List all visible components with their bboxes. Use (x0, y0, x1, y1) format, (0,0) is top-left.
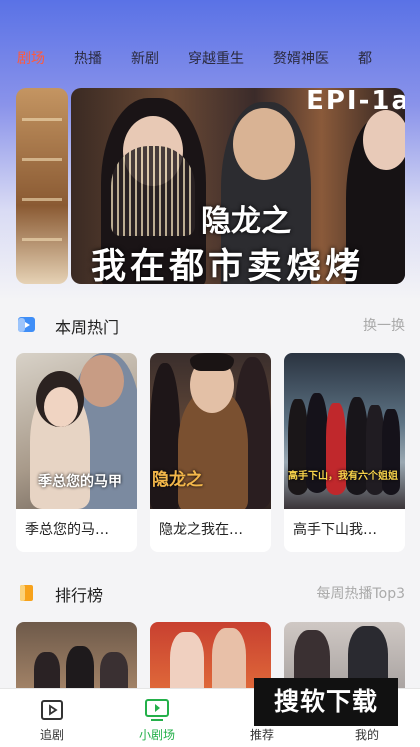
weekly-hot-header: 本周热门 换一换 (0, 312, 420, 337)
tab-hot[interactable]: 热播 (74, 48, 102, 68)
weekly-top3-link[interactable]: 每周热播Top3 (316, 583, 405, 603)
poster-stamp: 隐龙之 (152, 470, 203, 490)
tab-new[interactable]: 新剧 (131, 48, 159, 68)
ranking-card[interactable] (16, 622, 137, 692)
ranking-header: 排行榜 每周热播Top3 (0, 580, 420, 605)
tab-theater[interactable]: 剧场 (17, 48, 45, 68)
watermark-logo: 搜软下载 (254, 678, 398, 726)
banner-corner-text: EPI-1a (306, 88, 405, 116)
drama-title: 高手下山我… (293, 522, 377, 538)
tab-son-in-law[interactable]: 赘婿神医 (273, 48, 329, 68)
ranking-card[interactable] (150, 622, 271, 692)
tab-time-travel[interactable]: 穿越重生 (188, 48, 244, 68)
banner-main-slide[interactable]: EPI-1a 隐龙之 我在都市卖烧烤 (71, 88, 405, 284)
nav-tab-theater[interactable]: 小剧场 (117, 689, 197, 747)
drama-title: 季总您的马… (25, 522, 109, 538)
nav-label: 我的 (354, 728, 379, 742)
refresh-button[interactable]: 换一换 (363, 315, 405, 335)
tab-urban[interactable]: 都 (358, 48, 372, 68)
play-box-icon (41, 700, 63, 720)
drama-card[interactable]: 高手下山，我有六个姐姐 高手下山我… (284, 353, 405, 552)
drama-title: 隐龙之我在… (159, 522, 243, 538)
drama-card[interactable]: 隐龙之 隐龙之我在… (150, 353, 271, 552)
ranking-title: 排行榜 (55, 586, 104, 605)
drama-poster: 隐龙之 (150, 353, 271, 509)
banner-subtitle: 隐龙之 (201, 204, 291, 239)
drama-poster: 高手下山，我有六个姐姐 (284, 353, 405, 509)
bookmark-icon (18, 585, 35, 601)
nav-label: 推荐 (249, 728, 274, 742)
drama-poster: 季总您的马甲 (16, 353, 137, 509)
play-square-icon (18, 317, 35, 332)
nav-label: 追剧 (39, 728, 64, 742)
drama-card[interactable]: 季总您的马甲 季总您的马… (16, 353, 137, 552)
nav-label: 小剧场 (138, 728, 175, 742)
nav-tab-follow[interactable]: 追剧 (12, 689, 92, 747)
banner-title: 我在都市卖烧烤 (91, 246, 365, 284)
category-tabs: 剧场 热播 新剧 穿越重生 赘婿神医 都 (0, 44, 420, 72)
weekly-hot-title: 本周热门 (55, 318, 120, 337)
banner-prev-slide[interactable] (16, 88, 68, 284)
tv-play-icon (145, 699, 169, 721)
